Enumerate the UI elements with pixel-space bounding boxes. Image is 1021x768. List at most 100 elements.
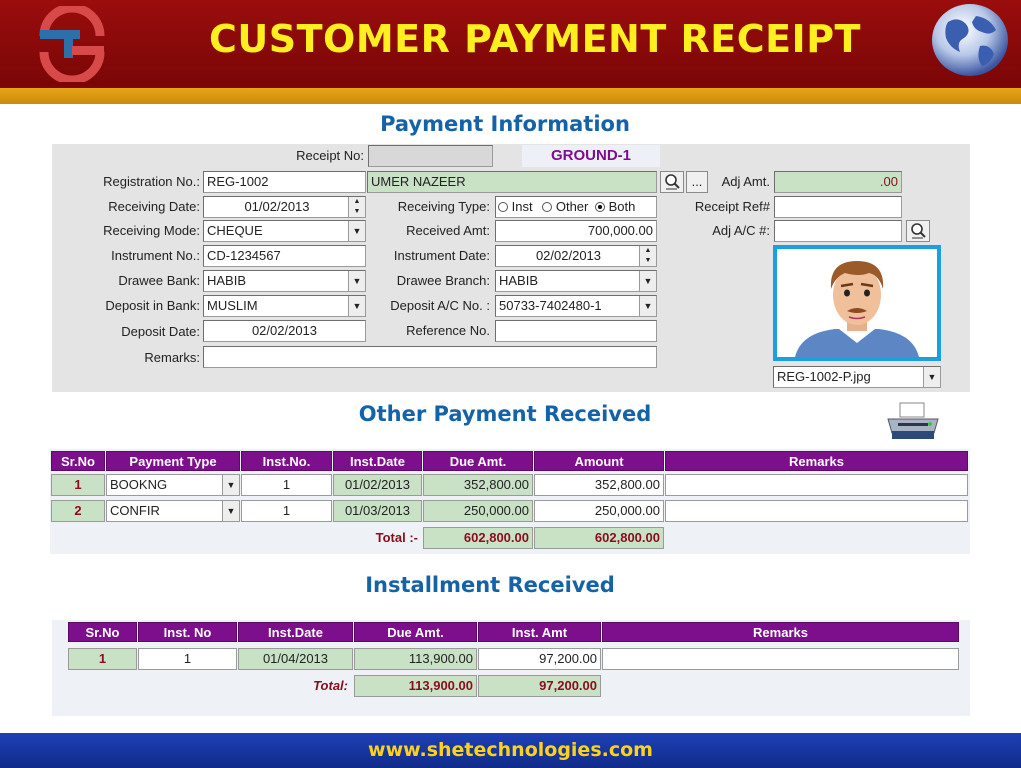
customer-search-button[interactable] [660, 171, 684, 193]
inst-col-header-due-amt: Due Amt. [354, 622, 477, 642]
drawee-bank-select[interactable]: HABIB ▼ [203, 270, 366, 292]
inst-total-label: Total: [313, 678, 348, 693]
other-total-due: 602,800.00 [423, 527, 533, 549]
reference-no-label: Reference No. [406, 323, 490, 338]
receiving-mode-value: CHEQUE [207, 223, 263, 238]
receiving-date-label: Receiving Date: [108, 199, 200, 214]
inst-col-header-inst-date: Inst.Date [238, 622, 353, 642]
remarks-label: Remarks: [144, 350, 200, 365]
adj-ac-input[interactable] [774, 220, 902, 242]
receiving-mode-select[interactable]: CHEQUE ▼ [203, 220, 366, 242]
inst-col-header-remarks: Remarks [602, 622, 959, 642]
table-row-1-inst-date: 01/02/2013 [333, 474, 422, 496]
receiving-date-value: 01/02/2013 [244, 199, 310, 214]
drawee-branch-select[interactable]: HABIB ▼ [495, 270, 657, 292]
payment-info-title: Payment Information [380, 112, 630, 136]
location-badge: GROUND-1 [522, 145, 660, 167]
receiving-date-input[interactable]: 01/02/2013 ▲ ▼ [203, 196, 366, 218]
chevron-down-icon: ▼ [639, 271, 656, 291]
table-row-1-due: 352,800.00 [423, 474, 533, 496]
adj-amt-field: .00 [774, 171, 902, 193]
inst-row-1-amount[interactable]: 97,200.00 [478, 648, 601, 670]
instrument-date-spinner[interactable]: ▲ ▼ [639, 246, 656, 266]
drawee-branch-label: Drawee Branch: [396, 273, 490, 288]
customer-photo [773, 245, 941, 361]
chevron-down-icon: ▼ [923, 367, 940, 387]
radio-both-circle [594, 202, 605, 212]
print-button[interactable] [884, 401, 942, 441]
deposit-ac-select[interactable]: 50733-7402480-1 ▼ [495, 295, 657, 317]
col-header-payment-type: Payment Type [106, 451, 240, 471]
table-row-1-type-select[interactable]: BOOKNG ▼ [106, 474, 240, 496]
inst-total-due: 113,900.00 [354, 675, 477, 697]
radio-inst-circle [498, 202, 508, 212]
radio-other[interactable]: Other [542, 199, 588, 214]
inst-col-header-inst-amt: Inst. Amt [478, 622, 601, 642]
other-total-label: Total :- [375, 530, 418, 545]
table-row-2-inst-no[interactable]: 1 [241, 500, 332, 522]
radio-both[interactable]: Both [594, 199, 636, 214]
col-header-srno: Sr.No [51, 451, 105, 471]
receipt-no-field[interactable] [368, 145, 493, 167]
table-row-1-remarks[interactable] [665, 474, 968, 496]
table-row-1-amount[interactable]: 352,800.00 [534, 474, 664, 496]
instrument-no-label: Instrument No.: [111, 248, 200, 263]
instrument-no-input[interactable]: CD-1234567 [203, 245, 366, 267]
table-row-2-type: CONFIR [110, 503, 160, 518]
receiving-type-label: Receiving Type: [397, 199, 490, 214]
photo-file-select[interactable]: REG-1002-P.jpg ▼ [773, 366, 941, 388]
chevron-down-icon: ▼ [348, 271, 365, 291]
adj-ac-search-button[interactable] [906, 220, 930, 242]
table-row-1-inst-no[interactable]: 1 [241, 474, 332, 496]
chevron-down-icon: ▼ [222, 475, 239, 495]
deposit-date-label: Deposit Date: [121, 324, 200, 339]
registration-no-input[interactable]: REG-1002 [203, 171, 366, 193]
receiving-date-spinner[interactable]: ▲ ▼ [348, 197, 365, 217]
photo-file-value: REG-1002-P.jpg [777, 369, 871, 384]
receiving-mode-label: Receiving Mode: [103, 223, 200, 238]
table-row-1-srno: 1 [51, 474, 105, 496]
inst-row-1-due: 113,900.00 [354, 648, 477, 670]
inst-row-1-inst-date: 01/04/2013 [238, 648, 353, 670]
installment-title: Installment Received [365, 573, 615, 597]
globe-icon [928, 2, 1012, 78]
radio-other-circle [542, 202, 553, 212]
table-row-2-type-select[interactable]: CONFIR ▼ [106, 500, 240, 522]
chevron-down-icon: ▼ [348, 221, 365, 241]
radio-both-label: Both [608, 199, 636, 214]
instrument-date-label: Instrument Date: [393, 248, 490, 263]
inst-total-amount: 97,200.00 [478, 675, 601, 697]
receipt-ref-input[interactable] [774, 196, 902, 218]
table-row-2-due: 250,000.00 [423, 500, 533, 522]
radio-inst[interactable]: Inst [498, 199, 533, 214]
table-row-2-inst-date: 01/03/2013 [333, 500, 422, 522]
drawee-branch-value: HABIB [499, 273, 539, 288]
search-icon [665, 174, 680, 190]
printer-icon [887, 402, 939, 439]
col-header-inst-date: Inst.Date [333, 451, 422, 471]
table-row-1-type: BOOKNG [110, 477, 168, 492]
inst-row-1-remarks[interactable] [602, 648, 959, 670]
inst-col-header-inst-no: Inst. No [138, 622, 237, 642]
reference-no-input[interactable] [495, 320, 657, 342]
remarks-input[interactable] [203, 346, 657, 368]
chevron-down-icon: ▼ [639, 296, 656, 316]
inst-row-1-srno: 1 [68, 648, 137, 670]
instrument-date-input[interactable]: 02/02/2013 ▲ ▼ [495, 245, 657, 267]
drawee-bank-value: HABIB [207, 273, 247, 288]
header-stripe [0, 88, 1021, 104]
more-button[interactable]: ... [686, 171, 708, 193]
inst-col-header-srno: Sr.No [68, 622, 137, 642]
radio-other-label: Other [555, 199, 589, 214]
customer-name-field: UMER NAZEER [367, 171, 657, 193]
deposit-bank-select[interactable]: MUSLIM ▼ [203, 295, 366, 317]
table-row-2-remarks[interactable] [665, 500, 968, 522]
search-icon [911, 223, 926, 239]
deposit-date-input[interactable]: 02/02/2013 [203, 320, 366, 342]
logo-icon [34, 3, 110, 85]
table-row-2-amount[interactable]: 250,000.00 [534, 500, 664, 522]
received-amt-input[interactable]: 700,000.00 [495, 220, 657, 242]
inst-row-1-inst-no[interactable]: 1 [138, 648, 237, 670]
adj-ac-label: Adj A/C #: [712, 223, 770, 238]
chevron-down-icon: ▼ [222, 501, 239, 521]
